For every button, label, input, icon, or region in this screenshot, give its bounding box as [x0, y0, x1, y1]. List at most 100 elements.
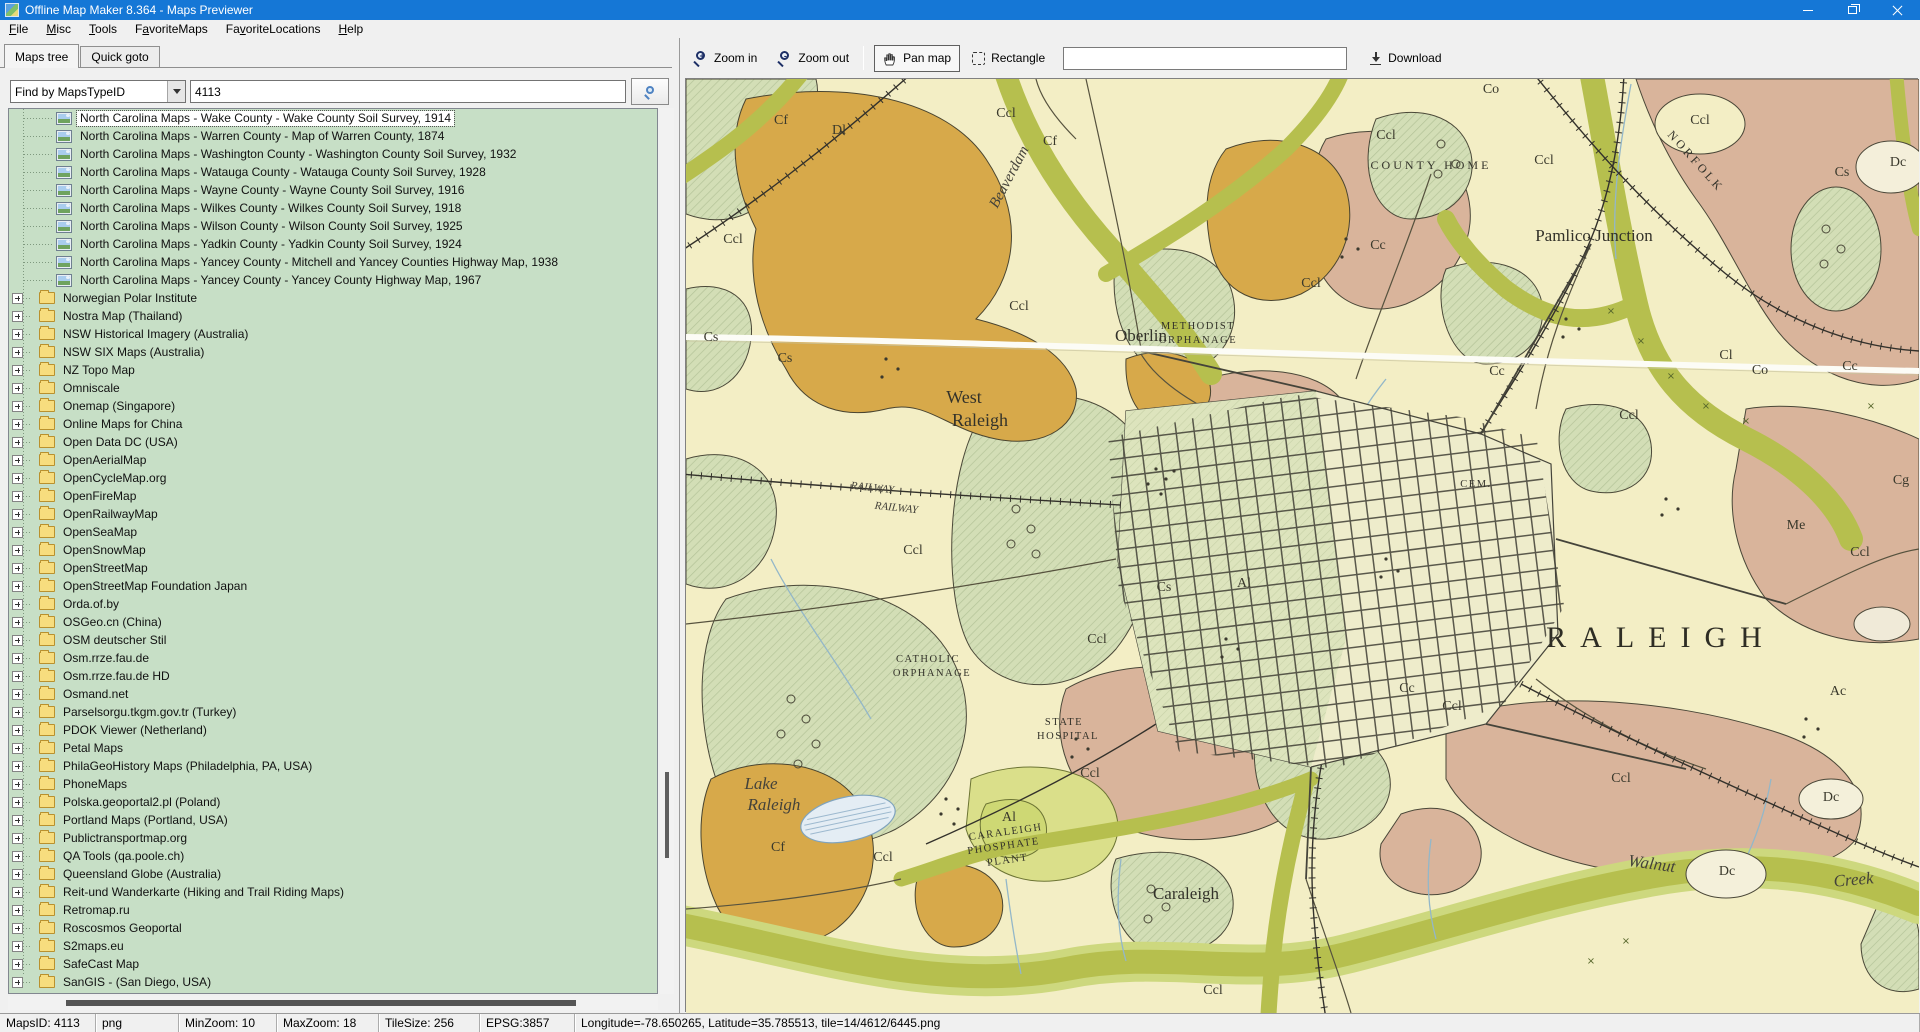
expand-plus-icon[interactable] [12, 581, 23, 592]
vertical-scrollbar-thumb[interactable] [665, 772, 669, 858]
search-button[interactable] [631, 78, 669, 105]
expand-plus-icon[interactable] [12, 725, 23, 736]
tree-folder[interactable]: Norwegian Polar Institute [9, 289, 657, 307]
expand-plus-icon[interactable] [12, 563, 23, 574]
close-button[interactable] [1875, 0, 1920, 20]
rectangle-button[interactable]: Rectangle [964, 46, 1053, 70]
restore-button[interactable] [1830, 0, 1875, 20]
expand-plus-icon[interactable] [12, 365, 23, 376]
tree-folder[interactable]: PhilaGeoHistory Maps (Philadelphia, PA, … [9, 757, 657, 775]
tree-folder[interactable]: Omniscale [9, 379, 657, 397]
tree-item-map[interactable]: North Carolina Maps - Wake County - Wake… [9, 109, 657, 127]
tree-folder[interactable]: OpenSnowMap [9, 541, 657, 559]
menu-tools[interactable]: Tools [80, 21, 126, 37]
tree-folder[interactable]: Open Data DC (USA) [9, 433, 657, 451]
tree-folder[interactable]: Onemap (Singapore) [9, 397, 657, 415]
maps-type-id-input[interactable] [190, 80, 626, 103]
tree-folder[interactable]: OpenStreetMap [9, 559, 657, 577]
tab-quick-goto[interactable]: Quick goto [80, 46, 159, 68]
expand-plus-icon[interactable] [12, 473, 23, 484]
tree-item-map[interactable]: North Carolina Maps - Yancey County - Mi… [9, 253, 657, 271]
tree-folder[interactable]: Osm.rrze.fau.de HD [9, 667, 657, 685]
tree-item-map[interactable]: North Carolina Maps - Wilson County - Wi… [9, 217, 657, 235]
expand-plus-icon[interactable] [12, 455, 23, 466]
expand-plus-icon[interactable] [12, 761, 23, 772]
expand-plus-icon[interactable] [12, 707, 23, 718]
expand-plus-icon[interactable] [12, 869, 23, 880]
tree-folder[interactable]: Osm.rrze.fau.de [9, 649, 657, 667]
find-mode-combobox[interactable]: Find by MapsTypeID [10, 80, 186, 103]
menu-favoritelocations[interactable]: FavoriteLocations [217, 21, 330, 37]
expand-plus-icon[interactable] [12, 383, 23, 394]
tree-folder[interactable]: OpenCycleMap.org [9, 469, 657, 487]
expand-plus-icon[interactable] [12, 311, 23, 322]
tree-item-map[interactable]: North Carolina Maps - Yadkin County - Ya… [9, 235, 657, 253]
expand-plus-icon[interactable] [12, 293, 23, 304]
tree-folder[interactable]: NSW Historical Imagery (Australia) [9, 325, 657, 343]
expand-plus-icon[interactable] [12, 941, 23, 952]
tree-folder[interactable]: Online Maps for China [9, 415, 657, 433]
expand-plus-icon[interactable] [12, 959, 23, 970]
zoom-in-button[interactable]: + Zoom in [685, 46, 765, 71]
tree-folder[interactable]: Nostra Map (Thailand) [9, 307, 657, 325]
expand-plus-icon[interactable] [12, 635, 23, 646]
tree-folder[interactable]: OpenStreetMap Foundation Japan [9, 577, 657, 595]
tree-folder[interactable]: OpenAerialMap [9, 451, 657, 469]
expand-plus-icon[interactable] [12, 617, 23, 628]
expand-plus-icon[interactable] [12, 599, 23, 610]
tree-folder[interactable]: Reit-und Wanderkarte (Hiking and Trail R… [9, 883, 657, 901]
expand-plus-icon[interactable] [12, 977, 23, 988]
combobox-dropdown-button[interactable] [167, 81, 185, 102]
tree-item-map[interactable]: North Carolina Maps - Warren County - Ma… [9, 127, 657, 145]
expand-plus-icon[interactable] [12, 851, 23, 862]
tree-folder[interactable]: OpenFireMap [9, 487, 657, 505]
tree-item-map[interactable]: North Carolina Maps - Wayne County - Way… [9, 181, 657, 199]
tab-maps-tree[interactable]: Maps tree [4, 44, 79, 68]
expand-plus-icon[interactable] [12, 743, 23, 754]
tree-folder[interactable]: NSW SIX Maps (Australia) [9, 343, 657, 361]
tree-folder[interactable]: Orda.of.by [9, 595, 657, 613]
expand-plus-icon[interactable] [12, 545, 23, 556]
tree-folder[interactable]: SafeCast Map [9, 955, 657, 973]
expand-plus-icon[interactable] [12, 905, 23, 916]
expand-plus-icon[interactable] [12, 491, 23, 502]
tree-folder[interactable]: NZ Topo Map [9, 361, 657, 379]
pan-map-button[interactable]: Pan map [874, 45, 960, 72]
tree-folder[interactable]: Portland Maps (Portland, USA) [9, 811, 657, 829]
expand-plus-icon[interactable] [12, 437, 23, 448]
tree-folder[interactable]: Polska.geoportal2.pl (Poland) [9, 793, 657, 811]
expand-plus-icon[interactable] [12, 671, 23, 682]
expand-plus-icon[interactable] [12, 833, 23, 844]
expand-plus-icon[interactable] [12, 527, 23, 538]
expand-plus-icon[interactable] [12, 887, 23, 898]
tree-folder[interactable]: PDOK Viewer (Netherland) [9, 721, 657, 739]
menu-help[interactable]: Help [330, 21, 373, 37]
expand-plus-icon[interactable] [12, 815, 23, 826]
tree-folder[interactable]: QA Tools (qa.poole.ch) [9, 847, 657, 865]
expand-plus-icon[interactable] [12, 329, 23, 340]
tree-vertical-scrollbar[interactable] [660, 108, 674, 994]
tree-folder[interactable]: OSGeo.cn (China) [9, 613, 657, 631]
menu-favoritemaps[interactable]: FavoriteMaps [126, 21, 217, 37]
expand-plus-icon[interactable] [12, 509, 23, 520]
tree-folder[interactable]: PhoneMaps [9, 775, 657, 793]
menu-file[interactable]: File [0, 21, 37, 37]
tree-folder[interactable]: Parselsorgu.tkgm.gov.tr (Turkey) [9, 703, 657, 721]
tree-folder[interactable]: OSM deutscher Stil [9, 631, 657, 649]
tree-folder[interactable]: SanGIS - (San Diego, USA) [9, 973, 657, 991]
expand-plus-icon[interactable] [12, 347, 23, 358]
menu-misc[interactable]: Misc [37, 21, 80, 37]
expand-plus-icon[interactable] [12, 653, 23, 664]
zoom-out-button[interactable]: - Zoom out [769, 46, 857, 71]
tree-horizontal-scrollbar[interactable] [8, 996, 658, 1010]
tree-folder[interactable]: Publictransportmap.org [9, 829, 657, 847]
download-button[interactable]: Download [1361, 46, 1449, 70]
minimize-button[interactable] [1785, 0, 1830, 20]
expand-plus-icon[interactable] [12, 689, 23, 700]
expand-plus-icon[interactable] [12, 419, 23, 430]
toolbar-input[interactable] [1063, 47, 1347, 70]
tree-folder[interactable]: Roscosmos Geoportal [9, 919, 657, 937]
expand-plus-icon[interactable] [12, 401, 23, 412]
tree-folder[interactable]: S2maps.eu [9, 937, 657, 955]
expand-plus-icon[interactable] [12, 797, 23, 808]
